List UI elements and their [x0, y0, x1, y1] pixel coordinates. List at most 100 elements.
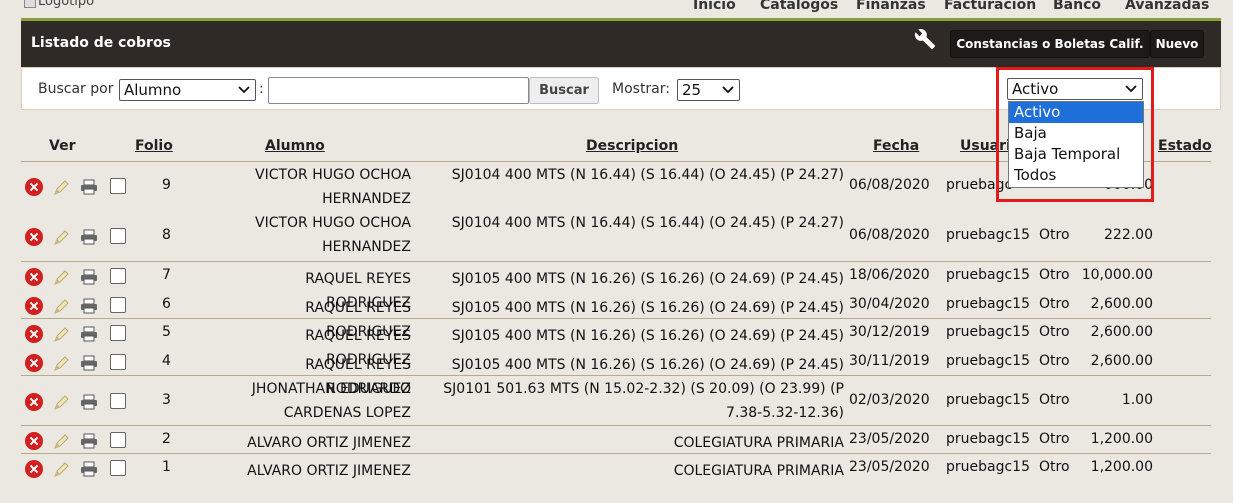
edit-icon[interactable]: [52, 433, 70, 451]
descripcion-cell: COLEGIATURA PRIMARIA: [673, 463, 844, 479]
delete-icon[interactable]: [25, 297, 43, 315]
fecha-cell: 30/12/2019: [849, 324, 930, 340]
edit-icon[interactable]: [52, 229, 70, 247]
chevron-down-icon: [238, 86, 250, 94]
edit-icon[interactable]: [52, 298, 70, 316]
print-icon[interactable]: [80, 178, 98, 196]
folio-cell: 6: [162, 296, 171, 312]
tipo-cell: Otro: [1039, 459, 1070, 475]
buscar-por-value: Alumno: [124, 81, 182, 99]
folio-cell: 8: [162, 227, 171, 243]
nuevo-button[interactable]: Nuevo: [1150, 30, 1204, 58]
folio-cell: 1: [162, 459, 171, 475]
row-checkbox[interactable]: [110, 460, 126, 476]
fecha-cell: 30/11/2019: [849, 353, 930, 369]
alumno-cell: ALVARO ORTIZ JIMENEZ: [247, 435, 411, 451]
nav-finanzas[interactable]: Finanzas: [856, 0, 926, 13]
nav-banco[interactable]: Banco: [1053, 0, 1101, 13]
page-title: Listado de cobros: [31, 35, 171, 51]
print-icon[interactable]: [80, 228, 98, 246]
logo-alt-text: Logotipo: [38, 0, 95, 9]
row-checkbox[interactable]: [110, 393, 126, 409]
constancias-button[interactable]: Constancias o Boletas Calif.: [950, 30, 1150, 58]
folio-cell: 4: [162, 353, 171, 369]
descripcion-cell: SJ0101 501.63 MTS (N 15.02-2.32) (S 20.0…: [443, 381, 844, 421]
edit-icon[interactable]: [52, 461, 70, 479]
descripcion-cell: SJ0105 400 MTS (N 16.26) (S 16.26) (O 24…: [451, 328, 844, 344]
edit-icon[interactable]: [52, 179, 70, 197]
delete-icon[interactable]: [25, 432, 43, 450]
col-ver: Ver: [49, 138, 76, 154]
table-row: 2 ALVARO ORTIZ JIMENEZ COLEGIATURA PRIMA…: [21, 426, 1211, 454]
mostrar-value: 25: [682, 81, 702, 99]
delete-icon[interactable]: [25, 460, 43, 478]
print-icon[interactable]: [80, 432, 98, 450]
alumno-cell: JHONATHAN EDUARDO CARDENAS LOPEZ: [251, 381, 411, 421]
print-icon[interactable]: [80, 297, 98, 315]
nav-facturacion[interactable]: Facturacion: [944, 0, 1036, 13]
delete-icon[interactable]: [25, 325, 43, 343]
edit-icon[interactable]: [52, 326, 70, 344]
broken-image-icon: [24, 0, 36, 8]
fecha-cell: 06/08/2020: [849, 177, 930, 193]
delete-icon[interactable]: [25, 178, 43, 196]
wrench-icon[interactable]: [914, 28, 936, 50]
folio-cell: 7: [162, 267, 171, 283]
usuario-cell: pruebagc15: [946, 324, 1030, 340]
edit-icon[interactable]: [52, 269, 70, 287]
monto-cell: 2,600.00: [1090, 353, 1153, 369]
fecha-cell: 30/04/2020: [849, 296, 930, 312]
row-checkbox[interactable]: [110, 354, 126, 370]
nav-catalogos[interactable]: Catalogos: [760, 0, 838, 13]
print-icon[interactable]: [80, 268, 98, 286]
fecha-cell: 02/03/2020: [849, 392, 930, 408]
print-icon[interactable]: [80, 325, 98, 343]
descripcion-cell: SJ0105 400 MTS (N 16.26) (S 16.26) (O 24…: [451, 300, 844, 316]
print-icon[interactable]: [80, 460, 98, 478]
col-fecha[interactable]: Fecha: [873, 138, 919, 154]
delete-icon[interactable]: [25, 228, 43, 246]
col-alumno[interactable]: Alumno: [265, 138, 325, 154]
alumno-cell: VICTOR HUGO OCHOA HERNANDEZ: [255, 167, 411, 207]
page-header: Listado de cobros Constancias o Boletas …: [21, 21, 1221, 67]
delete-icon[interactable]: [25, 354, 43, 372]
search-input[interactable]: [268, 77, 529, 104]
row-checkbox[interactable]: [110, 297, 126, 313]
row-checkbox[interactable]: [110, 432, 126, 448]
row-checkbox[interactable]: [110, 325, 126, 341]
tipo-cell: Otro: [1039, 431, 1070, 447]
folio-cell: 2: [162, 431, 171, 447]
table-row: 6 RAQUEL REYES RODRIGUEZ SJ0105 400 MTS …: [21, 290, 1211, 340]
buscar-button[interactable]: Buscar: [529, 77, 599, 104]
print-icon[interactable]: [80, 354, 98, 372]
col-folio[interactable]: Folio: [135, 138, 173, 154]
fecha-cell: 06/08/2020: [849, 227, 930, 243]
usuario-cell: pruebagc15: [946, 267, 1030, 283]
monto-cell: 222.00: [1104, 227, 1153, 243]
fecha-cell: 23/05/2020: [849, 459, 930, 475]
row-checkbox[interactable]: [110, 228, 126, 244]
fecha-cell: 23/05/2020: [849, 431, 930, 447]
monto-cell: 1,200.00: [1090, 459, 1153, 475]
usuario-cell: pruebagc15: [946, 227, 1030, 243]
delete-icon[interactable]: [25, 268, 43, 286]
nav-avanzadas[interactable]: Avanzadas: [1125, 0, 1209, 13]
mostrar-label: Mostrar:: [612, 81, 670, 97]
usuario-cell: pruebagc15: [946, 353, 1030, 369]
descripcion-cell: SJ0105 400 MTS (N 16.26) (S 16.26) (O 24…: [451, 357, 844, 373]
print-icon[interactable]: [80, 393, 98, 411]
row-checkbox[interactable]: [110, 268, 126, 284]
monto-cell: 1,200.00: [1090, 431, 1153, 447]
nav-inicio[interactable]: Inicio: [693, 0, 736, 13]
col-estado[interactable]: Estado: [1158, 138, 1212, 154]
row-checkbox[interactable]: [110, 178, 126, 194]
mostrar-select[interactable]: 25: [677, 79, 740, 101]
edit-icon[interactable]: [52, 355, 70, 373]
delete-icon[interactable]: [25, 393, 43, 411]
buscar-por-select[interactable]: Alumno: [119, 79, 256, 101]
table-row: 8 VICTOR HUGO OCHOA HERNANDEZ SJ0104 400…: [21, 210, 1211, 262]
tipo-cell: Otro: [1039, 267, 1070, 283]
edit-icon[interactable]: [52, 394, 70, 412]
descripcion-cell: SJ0104 400 MTS (N 16.44) (S 16.44) (O 24…: [451, 167, 844, 183]
col-descripcion[interactable]: Descripcion: [586, 138, 678, 154]
